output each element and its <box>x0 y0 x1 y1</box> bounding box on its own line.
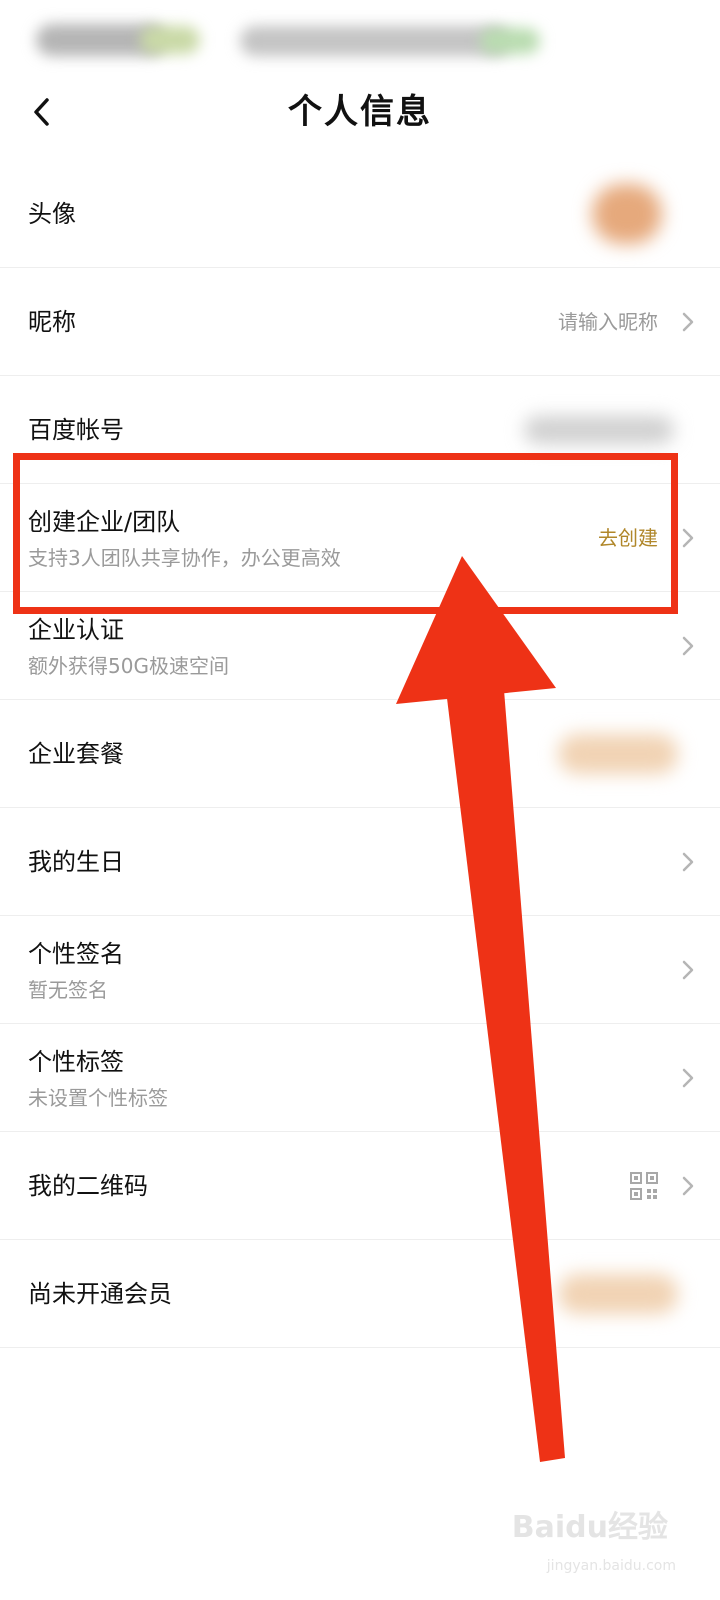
row-label: 个性标签 <box>28 1048 124 1076</box>
qr-code-icon <box>630 1172 658 1200</box>
row-tags[interactable]: 个性标签 未设置个性标签 <box>0 1024 720 1132</box>
row-subtitle: 额外获得50G极速空间 <box>28 654 229 678</box>
avatar <box>592 184 662 244</box>
watermark-logo: Baidu经验 <box>511 1510 668 1545</box>
row-avatar[interactable]: 头像 <box>0 160 720 268</box>
status-bar-blurred-right <box>240 26 510 56</box>
plan-value-blurred <box>558 734 678 774</box>
row-create-team[interactable]: 创建企业/团队 支持3人团队共享协作，办公更高效 去创建 <box>0 484 720 592</box>
row-enterprise-plan[interactable]: 企业套餐 <box>0 700 720 808</box>
membership-value-blurred <box>558 1274 678 1314</box>
row-qr-code[interactable]: 我的二维码 <box>0 1132 720 1240</box>
chevron-right-icon <box>682 1068 694 1088</box>
row-subtitle: 支持3人团队共享协作，办公更高效 <box>28 546 341 570</box>
row-label: 头像 <box>28 200 76 228</box>
status-bar-blurred-left-icon <box>140 26 200 54</box>
chevron-right-icon <box>682 960 694 980</box>
account-value-blurred <box>524 416 674 444</box>
row-label: 我的二维码 <box>28 1172 148 1200</box>
row-label: 企业认证 <box>28 616 124 644</box>
create-team-link[interactable]: 去创建 <box>598 524 658 552</box>
watermark-url: jingyan.baidu.com <box>546 1558 676 1574</box>
row-label: 我的生日 <box>28 848 124 876</box>
row-label: 百度帐号 <box>28 416 124 444</box>
page-title: 个人信息 <box>288 92 432 132</box>
row-label: 创建企业/团队 <box>28 508 181 536</box>
row-label: 个性签名 <box>28 940 124 968</box>
nav-bar: 个人信息 <box>0 84 720 140</box>
row-birthday[interactable]: 我的生日 <box>0 808 720 916</box>
row-enterprise-verification[interactable]: 企业认证 额外获得50G极速空间 <box>0 592 720 700</box>
row-label: 尚未开通会员 <box>28 1280 172 1308</box>
row-subtitle: 暂无签名 <box>28 978 108 1002</box>
nickname-placeholder: 请输入昵称 <box>558 310 658 334</box>
chevron-right-icon <box>682 528 694 548</box>
row-subtitle: 未设置个性标签 <box>28 1086 168 1110</box>
row-baidu-account[interactable]: 百度帐号 <box>0 376 720 484</box>
row-label: 昵称 <box>28 308 76 336</box>
row-signature[interactable]: 个性签名 暂无签名 <box>0 916 720 1024</box>
chevron-right-icon <box>682 852 694 872</box>
status-bar-blurred-right-icon <box>480 28 540 54</box>
chevron-right-icon <box>682 1176 694 1196</box>
status-bar <box>0 0 720 84</box>
row-nickname[interactable]: 昵称 请输入昵称 <box>0 268 720 376</box>
profile-settings-list: 头像 昵称 请输入昵称 百度帐号 创建企业/团队 支持3人团队共享协作，办公更高… <box>0 160 720 1348</box>
chevron-right-icon <box>682 636 694 656</box>
row-membership[interactable]: 尚未开通会员 <box>0 1240 720 1348</box>
row-label: 企业套餐 <box>28 740 124 768</box>
chevron-right-icon <box>682 312 694 332</box>
